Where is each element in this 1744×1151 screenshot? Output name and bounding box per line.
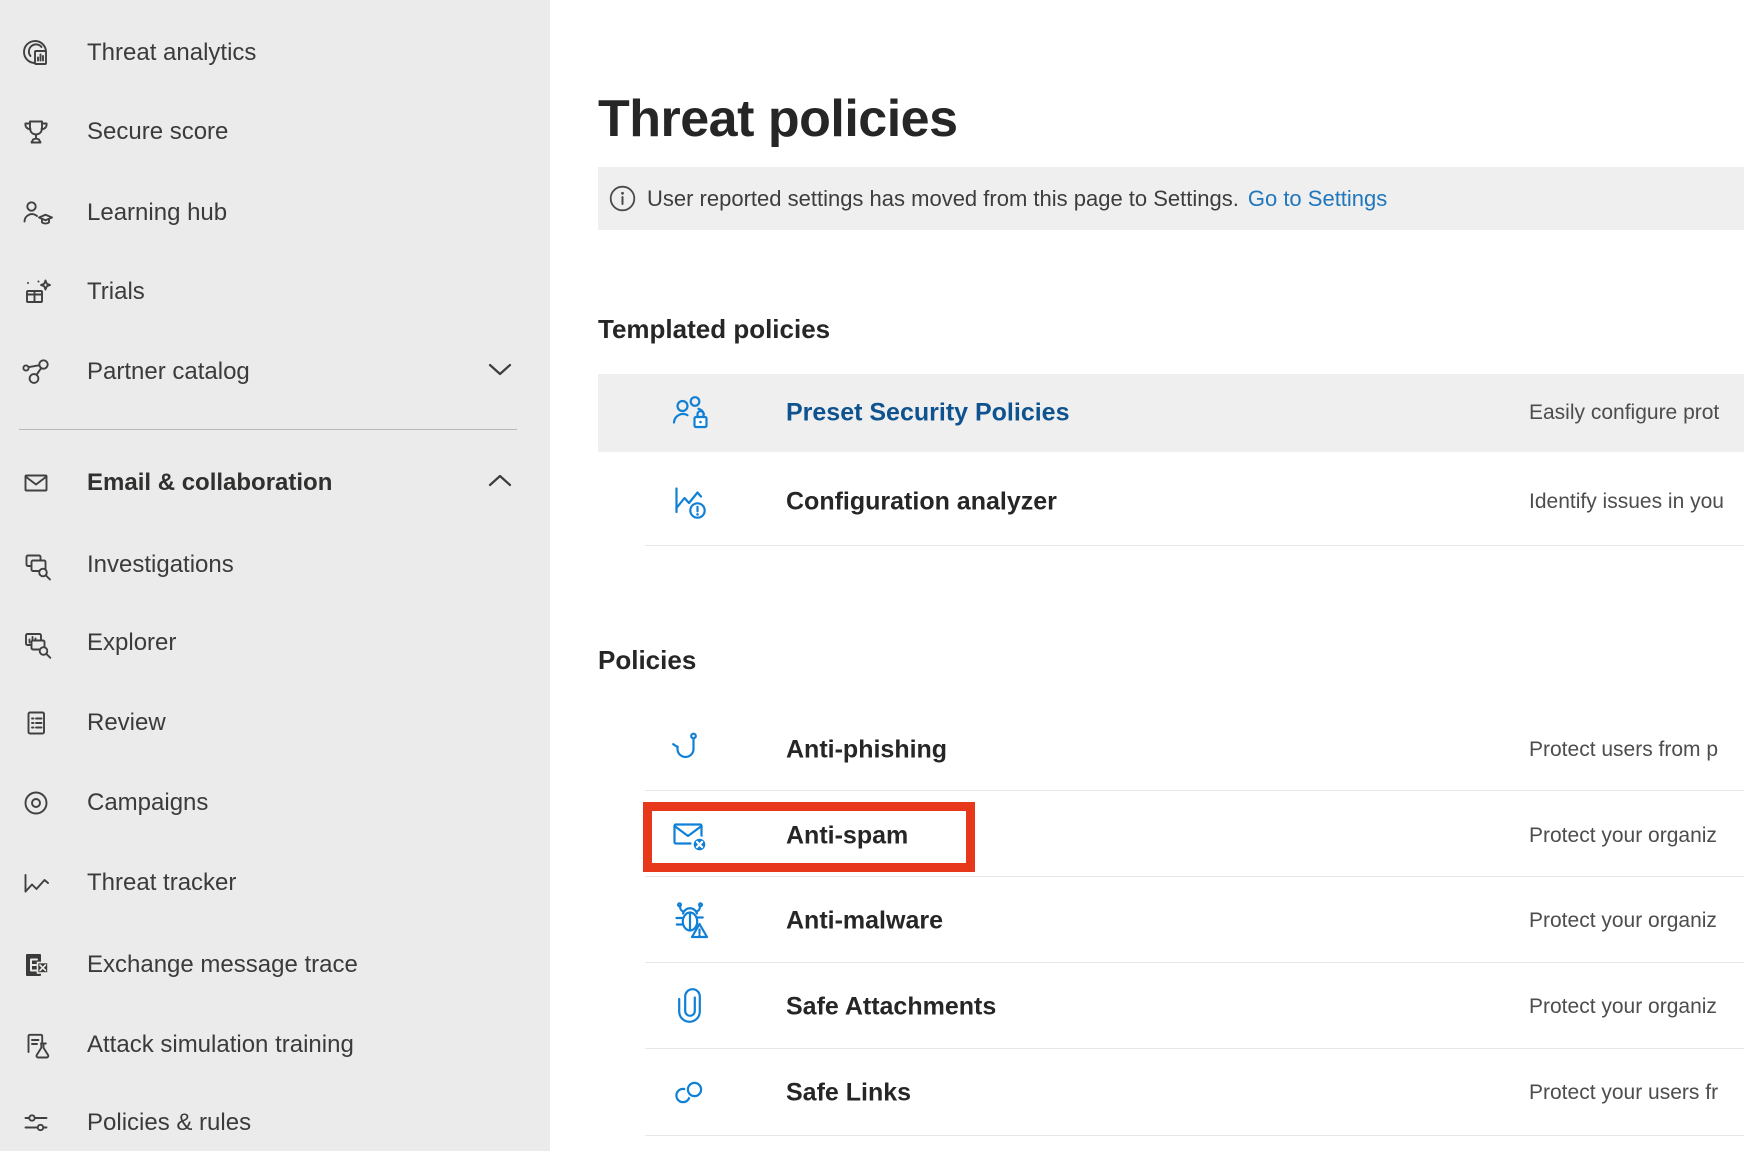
threat-policies-screen: Threat analytics Secure score xyxy=(0,0,1744,1151)
row-divider xyxy=(645,1135,1744,1136)
anti-malware-icon xyxy=(668,899,712,943)
sidebar-item-label: Email & collaboration xyxy=(87,469,332,497)
sidebar-item-label: Review xyxy=(87,709,166,737)
chevron-up-icon[interactable] xyxy=(487,473,513,494)
row-anti-malware[interactable]: Anti-malware Protect your organiz xyxy=(598,878,1744,964)
chevron-down-icon[interactable] xyxy=(487,362,513,383)
sidebar-item-label: Partner catalog xyxy=(87,358,250,386)
campaigns-icon xyxy=(19,786,53,820)
sidebar-item-label: Explorer xyxy=(87,629,176,657)
banner-text: User reported settings has moved from th… xyxy=(647,186,1239,212)
sidebar-item-label: Learning hub xyxy=(87,199,227,227)
learning-hub-icon xyxy=(19,196,53,230)
page-title: Threat policies xyxy=(598,89,958,149)
secure-score-icon xyxy=(19,115,53,149)
row-safe-attachments[interactable]: Safe Attachments Protect your organiz xyxy=(598,964,1744,1050)
row-name[interactable]: Safe Attachments xyxy=(786,993,996,1022)
sidebar-item-label: Secure score xyxy=(87,118,228,146)
sidebar-item-label: Trials xyxy=(87,278,145,306)
sidebar-item-label: Attack simulation training xyxy=(87,1031,354,1059)
row-description: Easily configure prot xyxy=(1529,401,1719,425)
row-divider xyxy=(645,790,1744,791)
row-name[interactable]: Anti-phishing xyxy=(786,736,947,765)
threat-tracker-icon xyxy=(19,866,53,900)
info-icon xyxy=(609,185,636,212)
sidebar-item-threat-tracker[interactable]: Threat tracker xyxy=(0,843,550,923)
sidebar-item-secure-score[interactable]: Secure score xyxy=(0,92,550,172)
row-description: Protect your organiz xyxy=(1529,824,1717,848)
row-description: Protect users from p xyxy=(1529,738,1718,762)
sidebar-item-review[interactable]: Review xyxy=(0,683,550,763)
explorer-icon xyxy=(19,626,53,660)
row-name[interactable]: Preset Security Policies xyxy=(786,399,1069,428)
row-divider xyxy=(645,545,1744,546)
sidebar-divider xyxy=(19,429,517,430)
sidebar-item-label: Policies & rules xyxy=(87,1109,251,1137)
policies-rules-icon xyxy=(19,1106,53,1140)
sidebar-item-explorer[interactable]: Explorer xyxy=(0,603,550,683)
investigations-icon xyxy=(19,548,53,582)
row-name[interactable]: Anti-spam xyxy=(786,822,908,851)
safe-links-icon xyxy=(668,1071,712,1115)
row-name[interactable]: Safe Links xyxy=(786,1079,911,1108)
anti-phishing-icon xyxy=(668,728,712,772)
sidebar-item-investigations[interactable]: Investigations xyxy=(0,525,550,605)
sidebar-item-label: Investigations xyxy=(87,551,234,579)
row-description: Identify issues in you xyxy=(1529,490,1724,514)
sidebar-item-email-collaboration[interactable]: Email & collaboration xyxy=(0,443,550,523)
attack-simulation-icon xyxy=(19,1028,53,1062)
sidebar-item-trials[interactable]: Trials xyxy=(0,252,550,332)
row-divider xyxy=(645,962,1744,963)
row-anti-spam[interactable]: Anti-spam Protect your organiz xyxy=(598,793,1744,879)
sidebar-item-label: Threat analytics xyxy=(87,39,256,67)
threat-analytics-icon xyxy=(19,36,53,70)
row-preset-security-policies[interactable]: Preset Security Policies Easily configur… xyxy=(598,374,1744,452)
row-description: Protect your organiz xyxy=(1529,995,1717,1019)
sidebar-item-learning-hub[interactable]: Learning hub xyxy=(0,173,550,253)
row-safe-links[interactable]: Safe Links Protect your users fr xyxy=(598,1050,1744,1136)
exchange-icon xyxy=(19,948,53,982)
trials-icon xyxy=(19,275,53,309)
sidebar: Threat analytics Secure score xyxy=(0,0,550,1151)
mail-icon xyxy=(19,466,53,500)
sidebar-item-attack-simulation-training[interactable]: Attack simulation training xyxy=(0,1005,550,1085)
sidebar-item-threat-analytics[interactable]: Threat analytics xyxy=(0,13,550,93)
row-divider xyxy=(645,1048,1744,1049)
row-anti-phishing[interactable]: Anti-phishing Protect users from p xyxy=(598,707,1744,793)
sidebar-item-policies-rules[interactable]: Policies & rules xyxy=(0,1083,550,1151)
info-banner: User reported settings has moved from th… xyxy=(598,167,1744,230)
partner-catalog-icon xyxy=(19,355,53,389)
review-icon xyxy=(19,706,53,740)
row-description: Protect your users fr xyxy=(1529,1081,1718,1105)
templated-policies-heading: Templated policies xyxy=(598,314,830,345)
sidebar-item-label: Campaigns xyxy=(87,789,208,817)
anti-spam-icon xyxy=(668,814,712,858)
row-name[interactable]: Anti-malware xyxy=(786,907,943,936)
policies-heading: Policies xyxy=(598,645,696,676)
sidebar-item-partner-catalog[interactable]: Partner catalog xyxy=(0,332,550,412)
configuration-analyzer-icon xyxy=(668,480,712,524)
row-divider xyxy=(645,876,1744,877)
sidebar-item-label: Exchange message trace xyxy=(87,951,358,979)
row-name[interactable]: Configuration analyzer xyxy=(786,488,1057,517)
sidebar-item-label: Threat tracker xyxy=(87,869,236,897)
safe-attachments-icon xyxy=(668,985,712,1029)
sidebar-item-exchange-message-trace[interactable]: Exchange message trace xyxy=(0,925,550,1005)
sidebar-item-campaigns[interactable]: Campaigns xyxy=(0,763,550,843)
go-to-settings-link[interactable]: Go to Settings xyxy=(1248,186,1387,212)
preset-security-policies-icon xyxy=(668,391,712,435)
row-description: Protect your organiz xyxy=(1529,909,1717,933)
row-configuration-analyzer[interactable]: Configuration analyzer Identify issues i… xyxy=(598,459,1744,545)
